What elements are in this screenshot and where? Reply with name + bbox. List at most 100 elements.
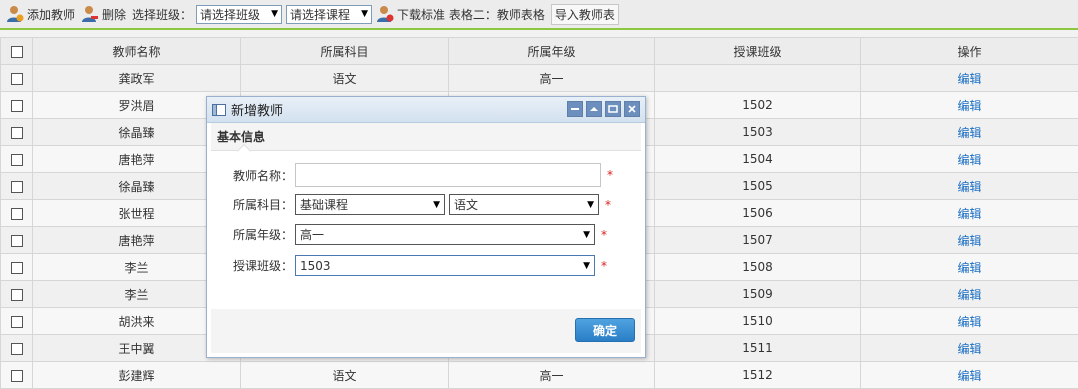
cell-action: 编辑 <box>861 200 1078 227</box>
delete-button[interactable]: 删除 <box>81 5 126 23</box>
cell-action: 编辑 <box>861 308 1078 335</box>
chevron-down-icon: ▼ <box>587 200 594 210</box>
cell-class: 1505 <box>655 173 861 200</box>
cell-class: 1507 <box>655 227 861 254</box>
download-template-link[interactable]: 下载标准 表格二：教师表格 <box>376 5 545 23</box>
row-checkbox[interactable] <box>11 343 23 355</box>
row-checkbox[interactable] <box>11 181 23 193</box>
header-teacher-name: 教师名称 <box>33 38 241 65</box>
section-notch <box>237 144 251 158</box>
row-checkbox[interactable] <box>11 235 23 247</box>
row-select-cell <box>1 362 33 389</box>
grade-label: 所属年级： <box>207 226 295 243</box>
subject-category-select[interactable]: 基础课程 ▼ <box>295 194 445 215</box>
row-checkbox[interactable] <box>11 208 23 220</box>
cell-class: 1504 <box>655 146 861 173</box>
delete-label: 删除 <box>102 6 126 23</box>
toolbar: 添加教师 删除 选择班级： 请选择班级 ▼ 请选择课程 ▼ 下载标准 表格二：教… <box>0 0 1078 30</box>
dialog-window-controls <box>564 101 640 117</box>
row-select-cell <box>1 119 33 146</box>
row-checkbox[interactable] <box>11 127 23 139</box>
cell-subject: 语文 <box>241 362 449 389</box>
row-checkbox[interactable] <box>11 289 23 301</box>
header-subject: 所属科目 <box>241 38 449 65</box>
select-class-label: 选择班级： <box>132 6 192 23</box>
section-basic-info: 基本信息 <box>211 123 641 151</box>
subject-select[interactable]: 语文 ▼ <box>449 194 599 215</box>
cell-action: 编辑 <box>861 335 1078 362</box>
grade-value: 高一 <box>300 226 324 243</box>
import-teachers-button[interactable]: 导入教师表 <box>551 4 619 25</box>
edit-link[interactable]: 编辑 <box>957 180 981 194</box>
teacher-name-input[interactable] <box>295 163 601 187</box>
subject-value: 语文 <box>454 196 478 213</box>
grade-select[interactable]: 高一 ▼ <box>295 224 595 245</box>
add-teacher-button[interactable]: 添加教师 <box>6 5 75 23</box>
cell-action: 编辑 <box>861 92 1078 119</box>
row-checkbox[interactable] <box>11 154 23 166</box>
table-row[interactable]: 龚政军语文高一编辑 <box>1 65 1078 92</box>
edit-link[interactable]: 编辑 <box>957 153 981 167</box>
cell-class: 1509 <box>655 281 861 308</box>
edit-link[interactable]: 编辑 <box>957 207 981 221</box>
header-grade: 所属年级 <box>449 38 655 65</box>
new-teacher-dialog: 新增教师 基本信息 教师名称： * 所属科目： 基础课程 ▼ <box>206 96 646 358</box>
confirm-button[interactable]: 确定 <box>575 318 635 342</box>
section-title: 基本信息 <box>217 128 265 145</box>
row-checkbox[interactable] <box>11 262 23 274</box>
dialog-titlebar[interactable]: 新增教师 <box>207 97 645 123</box>
cell-action: 编辑 <box>861 146 1078 173</box>
row-select-cell <box>1 92 33 119</box>
grade-row: 所属年级： 高一 ▼ * <box>207 224 607 245</box>
course-select-value: 请选择课程 <box>290 6 350 23</box>
cell-class: 1503 <box>655 119 861 146</box>
collapse-button[interactable] <box>586 101 602 117</box>
subject-label: 所属科目： <box>207 196 295 213</box>
minimize-button[interactable] <box>567 101 583 117</box>
row-checkbox[interactable] <box>11 100 23 112</box>
cell-class: 1508 <box>655 254 861 281</box>
cell-name: 龚政军 <box>33 65 241 92</box>
row-checkbox[interactable] <box>11 316 23 328</box>
class-select[interactable]: 请选择班级 ▼ <box>196 5 282 24</box>
maximize-button[interactable] <box>605 101 621 117</box>
row-checkbox[interactable] <box>11 73 23 85</box>
edit-link[interactable]: 编辑 <box>957 72 981 86</box>
class-label: 授课班级： <box>207 257 295 274</box>
dialog-footer: 确定 <box>211 309 641 353</box>
edit-link[interactable]: 编辑 <box>957 234 981 248</box>
cell-action: 编辑 <box>861 254 1078 281</box>
edit-link[interactable]: 编辑 <box>957 315 981 329</box>
cell-class <box>655 65 861 92</box>
maximize-icon <box>608 104 618 114</box>
edit-link[interactable]: 编辑 <box>957 369 981 383</box>
select-all-checkbox[interactable] <box>11 46 23 58</box>
header-action: 操作 <box>861 38 1078 65</box>
table-row[interactable]: 彭建辉语文高一1512编辑 <box>1 362 1078 389</box>
required-mark: * <box>605 198 611 212</box>
row-select-cell <box>1 65 33 92</box>
row-select-cell <box>1 200 33 227</box>
row-select-cell <box>1 335 33 362</box>
class-value: 1503 <box>300 259 331 273</box>
subject-row: 所属科目： 基础课程 ▼ 语文 ▼ * <box>207 194 611 215</box>
close-button[interactable] <box>624 101 640 117</box>
row-select-cell <box>1 146 33 173</box>
row-checkbox[interactable] <box>11 370 23 382</box>
edit-link[interactable]: 编辑 <box>957 126 981 140</box>
edit-link[interactable]: 编辑 <box>957 261 981 275</box>
cell-action: 编辑 <box>861 173 1078 200</box>
edit-link[interactable]: 编辑 <box>957 342 981 356</box>
class-select-dialog[interactable]: 1503 ▼ <box>295 255 595 276</box>
required-mark: * <box>601 259 607 273</box>
dialog-title: 新增教师 <box>231 100 283 119</box>
course-select[interactable]: 请选择课程 ▼ <box>286 5 372 24</box>
add-teacher-label: 添加教师 <box>27 6 75 23</box>
edit-link[interactable]: 编辑 <box>957 99 981 113</box>
required-mark: * <box>607 168 613 182</box>
chevron-down-icon: ▼ <box>583 230 590 240</box>
edit-link[interactable]: 编辑 <box>957 288 981 302</box>
row-select-cell <box>1 281 33 308</box>
cell-class: 1502 <box>655 92 861 119</box>
required-mark: * <box>601 228 607 242</box>
